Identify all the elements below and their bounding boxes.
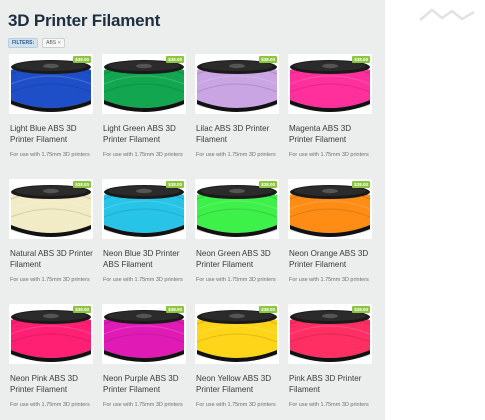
product-grid: $38.00 Light Blue ABS 3D Printer Filament… xyxy=(0,0,385,420)
price-badge: $38.00 xyxy=(166,56,184,63)
product-card[interactable]: $38.00 Light Blue ABS 3D Printer Filament… xyxy=(9,54,93,170)
product-name[interactable]: Lilac ABS 3D Printer Filament xyxy=(196,124,282,145)
product-name[interactable]: Neon Purple ABS 3D Printer Filament xyxy=(103,374,189,395)
product-name[interactable]: Light Green ABS 3D Printer Filament xyxy=(103,124,189,145)
price-badge: $38.00 xyxy=(73,306,91,313)
product-card[interactable]: $38.00 Neon Orange ABS 3D Printer Filamen… xyxy=(288,179,372,295)
product-card[interactable]: $38.00 Neon Pink ABS 3D Printer Filament F… xyxy=(9,304,93,420)
price-badge: $38.00 xyxy=(259,181,277,188)
corner-decoration xyxy=(419,8,475,21)
price-badge: $38.00 xyxy=(166,306,184,313)
product-description: For use with 1.75mm 3D printers xyxy=(103,152,183,158)
product-name[interactable]: Neon Green ABS 3D Printer Filament xyxy=(196,249,282,270)
product-description: For use with 1.75mm 3D printers xyxy=(103,277,183,283)
product-card[interactable]: $38.00 Lilac ABS 3D Printer Filament For u… xyxy=(195,54,279,170)
product-name[interactable]: Pink ABS 3D Printer Filament xyxy=(289,374,375,395)
product-name[interactable]: Natural ABS 3D Printer Filament xyxy=(10,249,96,270)
product-name[interactable]: Neon Orange ABS 3D Printer Filament xyxy=(289,249,375,270)
price-badge: $38.00 xyxy=(259,56,277,63)
product-image[interactable] xyxy=(102,179,186,239)
product-description: For use with 1.75mm 3D printers xyxy=(10,152,90,158)
product-card[interactable]: $38.00 Neon Green ABS 3D Printer Filament… xyxy=(195,179,279,295)
product-name[interactable]: Neon Pink ABS 3D Printer Filament xyxy=(10,374,96,395)
product-description: For use with 1.75mm 3D printers xyxy=(289,402,369,408)
product-name[interactable]: Magenta ABS 3D Printer Filament xyxy=(289,124,375,145)
product-image[interactable] xyxy=(102,54,186,114)
product-image[interactable] xyxy=(9,304,93,364)
product-name[interactable]: Neon Yellow ABS 3D Printer Filament xyxy=(196,374,282,395)
product-description: For use with 1.75mm 3D printers xyxy=(10,402,90,408)
product-image[interactable] xyxy=(288,54,372,114)
product-card[interactable]: $38.00 Neon Yellow ABS 3D Printer Filamen… xyxy=(195,304,279,420)
price-badge: $38.00 xyxy=(166,181,184,188)
product-name[interactable]: Light Blue ABS 3D Printer Filament xyxy=(10,124,96,145)
product-card[interactable]: $38.00 Neon Blue 3D Printer ABS Filament F… xyxy=(102,179,186,295)
product-image[interactable] xyxy=(195,179,279,239)
product-description: For use with 1.75mm 3D printers xyxy=(103,402,183,408)
product-image[interactable] xyxy=(195,54,279,114)
product-description: For use with 1.75mm 3D printers xyxy=(196,277,276,283)
product-name[interactable]: Neon Blue 3D Printer ABS Filament xyxy=(103,249,189,270)
price-badge: $38.00 xyxy=(352,181,370,188)
product-description: For use with 1.75mm 3D printers xyxy=(196,402,276,408)
product-card[interactable]: $38.00 Magenta ABS 3D Printer Filament For… xyxy=(288,54,372,170)
product-image[interactable] xyxy=(9,179,93,239)
price-badge: $38.00 xyxy=(352,306,370,313)
product-card[interactable]: $38.00 Natural ABS 3D Printer Filament For… xyxy=(9,179,93,295)
price-badge: $38.00 xyxy=(73,56,91,63)
price-badge: $38.00 xyxy=(259,306,277,313)
price-badge: $38.00 xyxy=(73,181,91,188)
product-card[interactable]: $38.00 Pink ABS 3D Printer Filament For us… xyxy=(288,304,372,420)
product-description: For use with 1.75mm 3D printers xyxy=(10,277,90,283)
product-description: For use with 1.75mm 3D printers xyxy=(289,277,369,283)
product-card[interactable]: $38.00 Light Green ABS 3D Printer Filamen… xyxy=(102,54,186,170)
product-image[interactable] xyxy=(9,54,93,114)
product-description: For use with 1.75mm 3D printers xyxy=(196,152,276,158)
product-image[interactable] xyxy=(288,304,372,364)
product-image[interactable] xyxy=(195,304,279,364)
product-card[interactable]: $38.00 Neon Purple ABS 3D Printer Filamen… xyxy=(102,304,186,420)
product-image[interactable] xyxy=(288,179,372,239)
product-description: For use with 1.75mm 3D printers xyxy=(289,152,369,158)
product-image[interactable] xyxy=(102,304,186,364)
price-badge: $38.00 xyxy=(352,56,370,63)
